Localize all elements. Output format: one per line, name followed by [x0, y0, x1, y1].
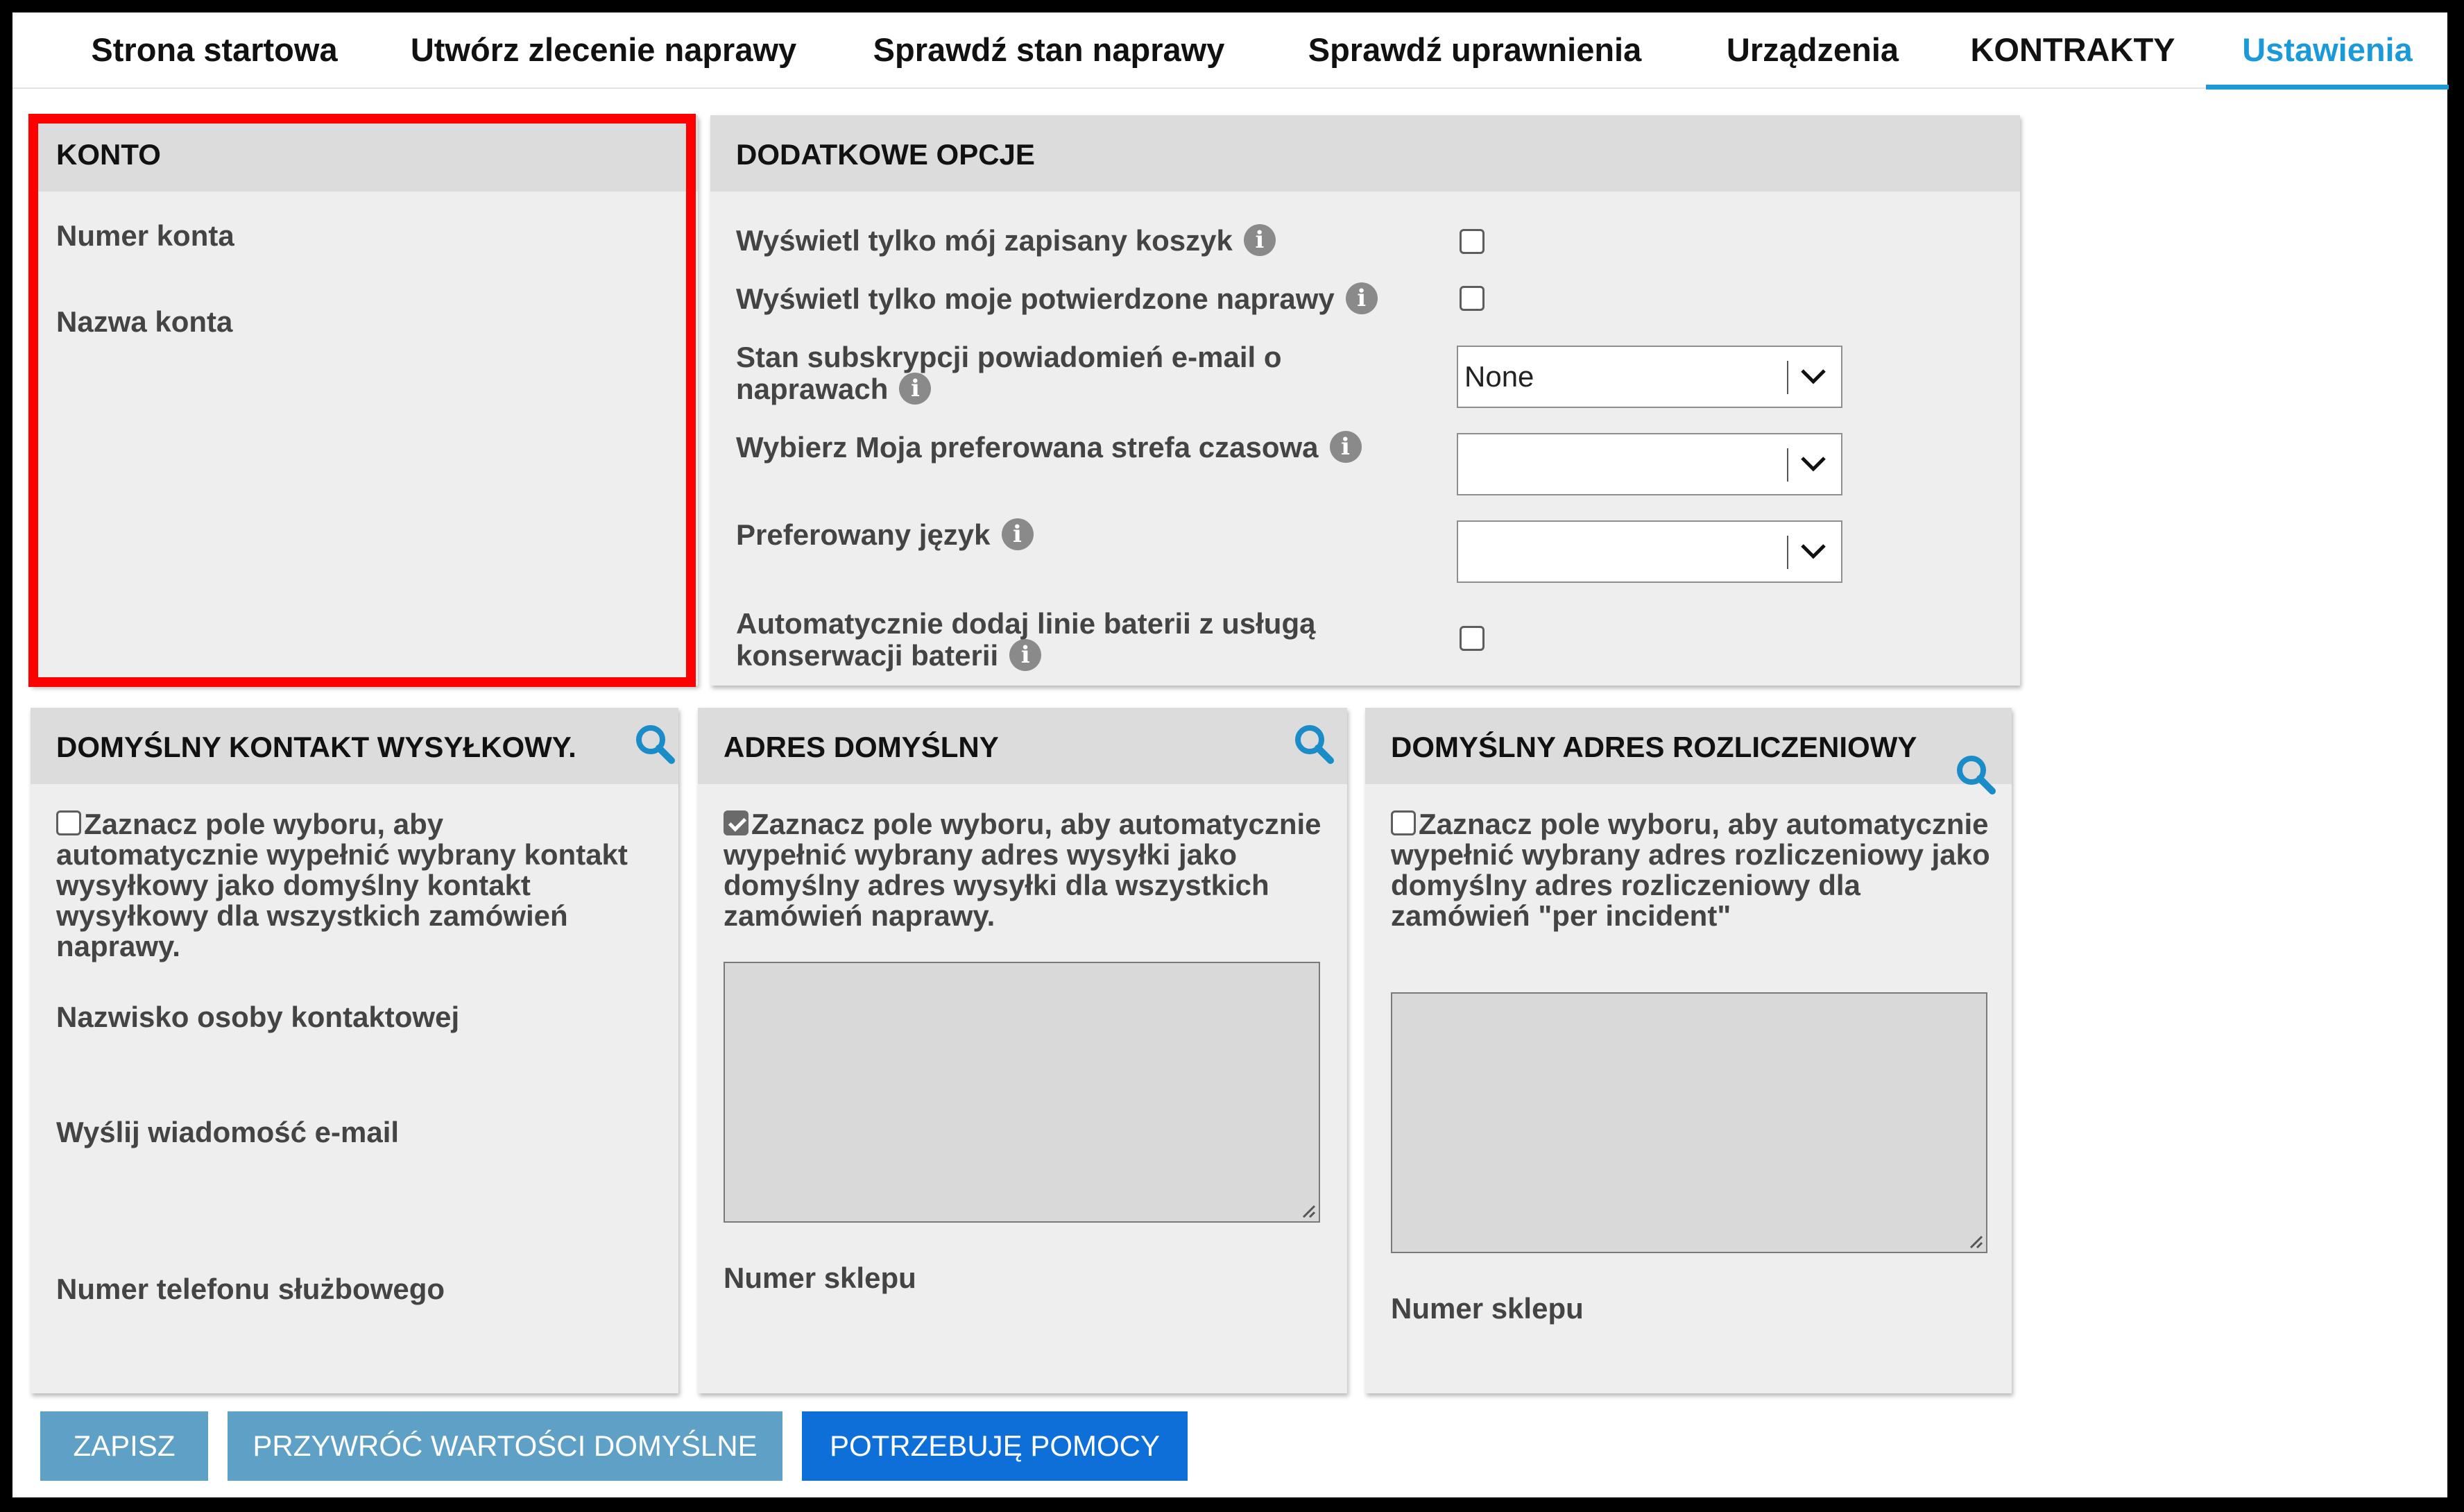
resize-grip-icon[interactable]: [1298, 1200, 1316, 1218]
select-divider: [1787, 361, 1788, 394]
billing-address-textarea[interactable]: [1391, 992, 1987, 1253]
timezone-option: Wybierz Moja preferowana strefa czasowa i: [736, 430, 1362, 466]
default-address-header: ADRES DOMYŚLNY: [698, 708, 1347, 784]
settings-window: Strona startowa Utwórz zlecenie naprawy …: [12, 12, 2449, 1497]
shipping-contact-title: DOMYŚLNY KONTAKT WYSYŁKOWY.: [56, 731, 576, 763]
account-panel-title: KONTO: [56, 138, 161, 171]
shipping-contact-default-text: Zaznacz pole wyboru, aby automatycznie w…: [56, 808, 628, 962]
additional-options-header: DODATKOWE OPCJE: [710, 115, 2020, 192]
email-label: Wyślij wiadomość e-mail: [56, 1116, 400, 1148]
info-icon[interactable]: i: [1329, 430, 1362, 463]
select-divider: [1787, 448, 1788, 482]
chevron-down-icon: [1801, 457, 1826, 472]
email-subscription-label: Stan subskrypcji powiadomień e-mail o na…: [736, 341, 1282, 405]
timezone-label: Wybierz Moja preferowana strefa czasowa: [736, 431, 1319, 464]
account-panel-header: KONTO: [31, 115, 698, 192]
info-icon[interactable]: i: [1345, 282, 1378, 314]
shipping-contact-header: DOMYŚLNY KONTAKT WYSYŁKOWY.: [31, 708, 678, 784]
tab-check-entitlements[interactable]: Sprawdź uprawnienia: [1292, 12, 1658, 87]
search-icon[interactable]: [1292, 722, 1336, 766]
billing-address-store-number-label: Numer sklepu: [1391, 1292, 1584, 1325]
search-icon[interactable]: [633, 722, 677, 766]
tab-check-repair-status[interactable]: Sprawdź stan naprawy: [866, 12, 1232, 87]
restore-defaults-button[interactable]: PRZYWRÓĆ WARTOŚCI DOMYŚLNE: [228, 1411, 782, 1481]
tab-create-repair-order[interactable]: Utwórz zlecenie naprawy: [397, 12, 810, 87]
tab-contracts[interactable]: KONTRAKTY: [1955, 12, 2191, 87]
info-icon[interactable]: i: [899, 372, 932, 405]
need-help-button[interactable]: POTRZEBUJĘ POMOCY: [802, 1411, 1188, 1481]
timezone-select[interactable]: [1457, 433, 1842, 495]
search-icon[interactable]: [1953, 752, 1998, 797]
confirmed-repairs-option: Wyświetl tylko moje potwierdzone naprawy…: [736, 282, 1378, 317]
confirmed-repairs-label: Wyświetl tylko moje potwierdzone naprawy: [736, 282, 1335, 315]
default-address-panel: ADRES DOMYŚLNY Zaznacz pole wyboru, aby …: [698, 708, 1347, 1393]
tab-home[interactable]: Strona startowa: [76, 12, 352, 87]
select-divider: [1787, 536, 1788, 569]
email-subscription-value: None: [1464, 360, 1534, 393]
default-address-checkbox[interactable]: [724, 810, 748, 835]
resize-grip-icon[interactable]: [1965, 1231, 1983, 1249]
contact-name-label: Nazwisko osoby kontaktowej: [56, 1001, 460, 1033]
shipping-contact-panel: DOMYŚLNY KONTAKT WYSYŁKOWY. Zaznacz pole…: [31, 708, 678, 1393]
billing-address-text: Zaznacz pole wyboru, aby automatycznie w…: [1391, 808, 1990, 932]
saved-cart-label: Wyświetl tylko mój zapisany koszyk: [736, 224, 1233, 257]
main-tabs: Strona startowa Utwórz zlecenie naprawy …: [12, 12, 2449, 90]
tab-devices[interactable]: Urządzenia: [1712, 12, 1913, 87]
language-select[interactable]: [1457, 520, 1842, 583]
account-number-label: Numer konta: [56, 219, 234, 252]
confirmed-repairs-checkbox[interactable]: [1460, 286, 1485, 311]
default-address-option: Zaznacz pole wyboru, aby automatycznie w…: [724, 809, 1334, 931]
chevron-down-icon: [1801, 544, 1826, 559]
work-phone-label: Numer telefonu służbowego: [56, 1273, 445, 1305]
billing-address-option: Zaznacz pole wyboru, aby automatycznie w…: [1391, 809, 2001, 931]
language-option: Preferowany język i: [736, 518, 1034, 553]
email-subscription-select[interactable]: None: [1457, 346, 1842, 408]
tab-settings[interactable]: Ustawienia: [2206, 12, 2449, 90]
shipping-contact-default-checkbox[interactable]: [56, 810, 81, 835]
account-name-label: Nazwa konta: [56, 305, 233, 338]
info-icon[interactable]: i: [1001, 518, 1034, 550]
billing-address-header: DOMYŚLNY ADRES ROZLICZENIOWY: [1365, 708, 2012, 795]
saved-cart-checkbox[interactable]: [1460, 229, 1485, 254]
additional-options-title: DODATKOWE OPCJE: [736, 138, 1035, 171]
default-address-title: ADRES DOMYŚLNY: [724, 731, 999, 763]
additional-options-panel: DODATKOWE OPCJE Wyświetl tylko mój zapis…: [710, 115, 2020, 686]
email-subscription-option: Stan subskrypcji powiadomień e-mail o na…: [736, 341, 1360, 407]
battery-service-option: Automatycznie dodaj linie baterii z usłu…: [736, 608, 1374, 674]
billing-address-checkbox[interactable]: [1391, 810, 1416, 835]
page: Strona startowa Utwórz zlecenie naprawy …: [0, 0, 2464, 1512]
battery-service-checkbox[interactable]: [1460, 626, 1485, 651]
shipping-contact-default-option: Zaznacz pole wyboru, aby automatycznie w…: [56, 809, 653, 962]
account-panel: KONTO Numer konta Nazwa konta: [31, 115, 698, 686]
billing-address-title: DOMYŚLNY ADRES ROZLICZENIOWY: [1391, 731, 1917, 763]
billing-address-panel: DOMYŚLNY ADRES ROZLICZENIOWY Zaznacz pol…: [1365, 708, 2012, 1393]
saved-cart-option: Wyświetl tylko mój zapisany koszyk i: [736, 223, 1276, 259]
default-address-text: Zaznacz pole wyboru, aby automatycznie w…: [724, 808, 1321, 932]
info-icon[interactable]: i: [1009, 638, 1042, 671]
info-icon[interactable]: i: [1243, 223, 1276, 256]
save-button[interactable]: ZAPISZ: [40, 1411, 208, 1481]
chevron-down-icon: [1801, 369, 1826, 384]
default-address-textarea[interactable]: [724, 962, 1320, 1223]
language-label: Preferowany język: [736, 518, 991, 551]
default-address-store-number-label: Numer sklepu: [724, 1262, 916, 1294]
